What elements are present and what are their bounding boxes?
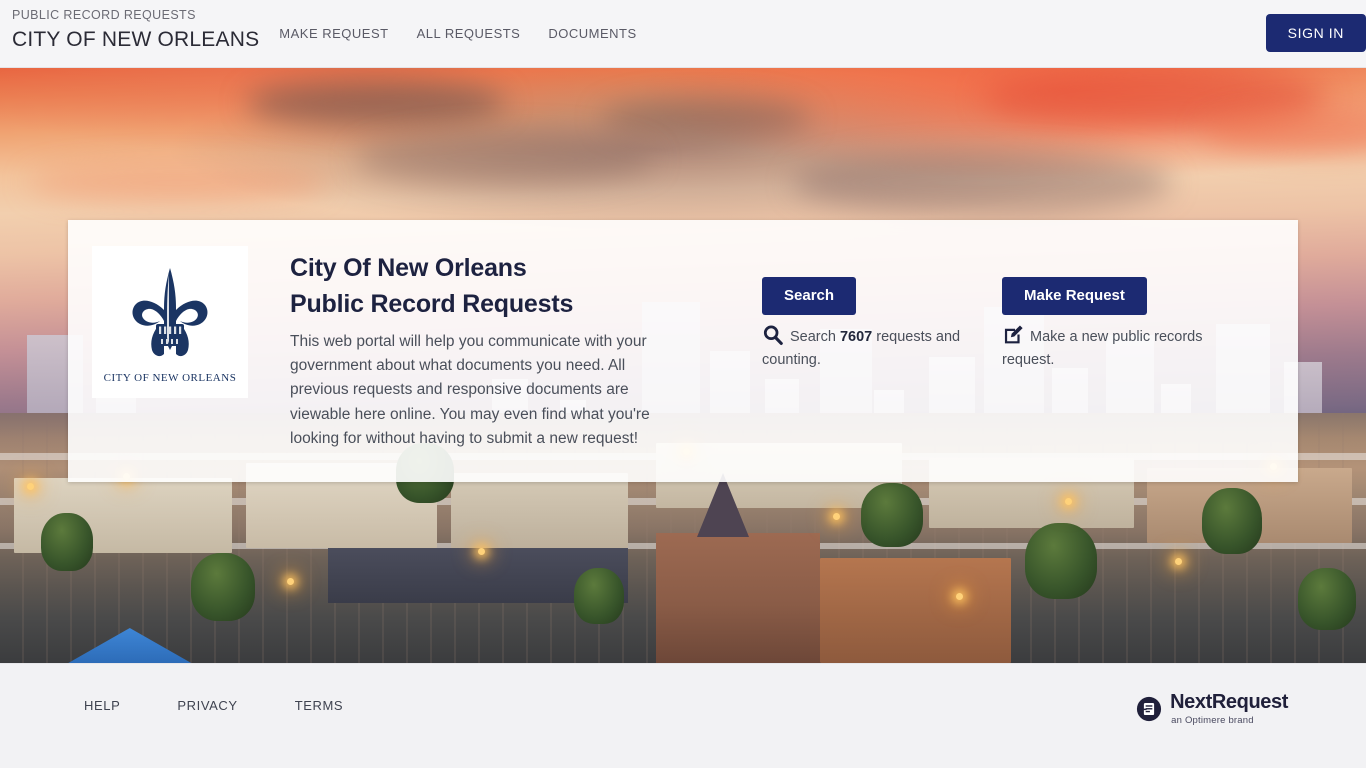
site-header: PUBLIC RECORD REQUESTS CITY OF NEW ORLEA… (0, 0, 1366, 68)
search-icon (763, 325, 783, 345)
footer-link-help[interactable]: HELP (84, 698, 120, 713)
nav-make-request[interactable]: MAKE REQUEST (279, 26, 388, 41)
church-steeple (696, 473, 749, 538)
make-request-action-column: Make Request Make a new public records r… (1002, 277, 1232, 372)
brand-block[interactable]: PUBLIC RECORD REQUESTS CITY OF NEW ORLEA… (0, 0, 259, 52)
search-note: Search 7607 requests and counting. (762, 324, 978, 372)
hero-title-line2: Public Record Requests (290, 290, 574, 318)
make-request-note: Make a new public records request. (1002, 324, 1232, 372)
nav-documents[interactable]: DOCUMENTS (548, 26, 636, 41)
building-block (819, 558, 1011, 663)
search-button[interactable]: Search (762, 277, 857, 315)
footer-links: HELP PRIVACY TERMS (84, 698, 343, 713)
primary-nav: MAKE REQUEST ALL REQUESTS DOCUMENTS (279, 26, 636, 41)
nextrequest-name: NextRequest (1170, 691, 1288, 713)
make-request-note-text: Make a new public records request. (1002, 329, 1203, 368)
city-logo-caption: CITY OF NEW ORLEANS (103, 372, 237, 384)
nav-all-requests[interactable]: ALL REQUESTS (417, 26, 521, 41)
church-building (655, 533, 820, 663)
city-logo: CITY OF NEW ORLEANS (92, 246, 248, 398)
hero-title-line1: City Of New Orleans (290, 254, 527, 282)
footer-link-terms[interactable]: TERMS (295, 698, 344, 713)
header-org-title: CITY OF NEW ORLEANS (12, 28, 260, 51)
request-count: 7607 (839, 329, 873, 345)
search-note-prefix: Search (790, 329, 840, 345)
blue-roof (68, 628, 192, 663)
edit-square-icon (1004, 325, 1023, 344)
fleur-de-lis-icon (132, 268, 208, 357)
hero-text-block: City Of New Orleans Public Record Reques… (290, 250, 662, 451)
hero-section: CITY OF NEW ORLEANS City Of New Orleans … (0, 68, 1366, 663)
cloud (601, 97, 812, 138)
nextrequest-mark-icon (1137, 696, 1162, 722)
footer-link-privacy[interactable]: PRIVACY (177, 698, 237, 713)
search-action-column: Search Search 7607 requests and counting… (762, 277, 978, 372)
nextrequest-tagline: an Optimere brand (1171, 715, 1254, 726)
hero-description: This web portal will help you communicat… (290, 333, 650, 447)
hero-card: CITY OF NEW ORLEANS City Of New Orleans … (68, 220, 1298, 482)
nextrequest-logo[interactable]: NextRequest an Optimere brand (1136, 692, 1288, 726)
nextrequest-wordmark: NextRequest an Optimere brand (1170, 691, 1288, 727)
site-footer: HELP PRIVACY TERMS NextRequest an Optime… (0, 663, 1366, 768)
cloud (245, 79, 506, 126)
make-request-button[interactable]: Make Request (1002, 277, 1147, 315)
sign-in-container: SIGN IN (1265, 14, 1366, 52)
building-block (450, 473, 629, 549)
sign-in-button[interactable]: SIGN IN (1265, 14, 1366, 52)
header-eyebrow: PUBLIC RECORD REQUESTS (12, 8, 196, 22)
hero-title: City Of New Orleans Public Record Reques… (290, 250, 662, 322)
